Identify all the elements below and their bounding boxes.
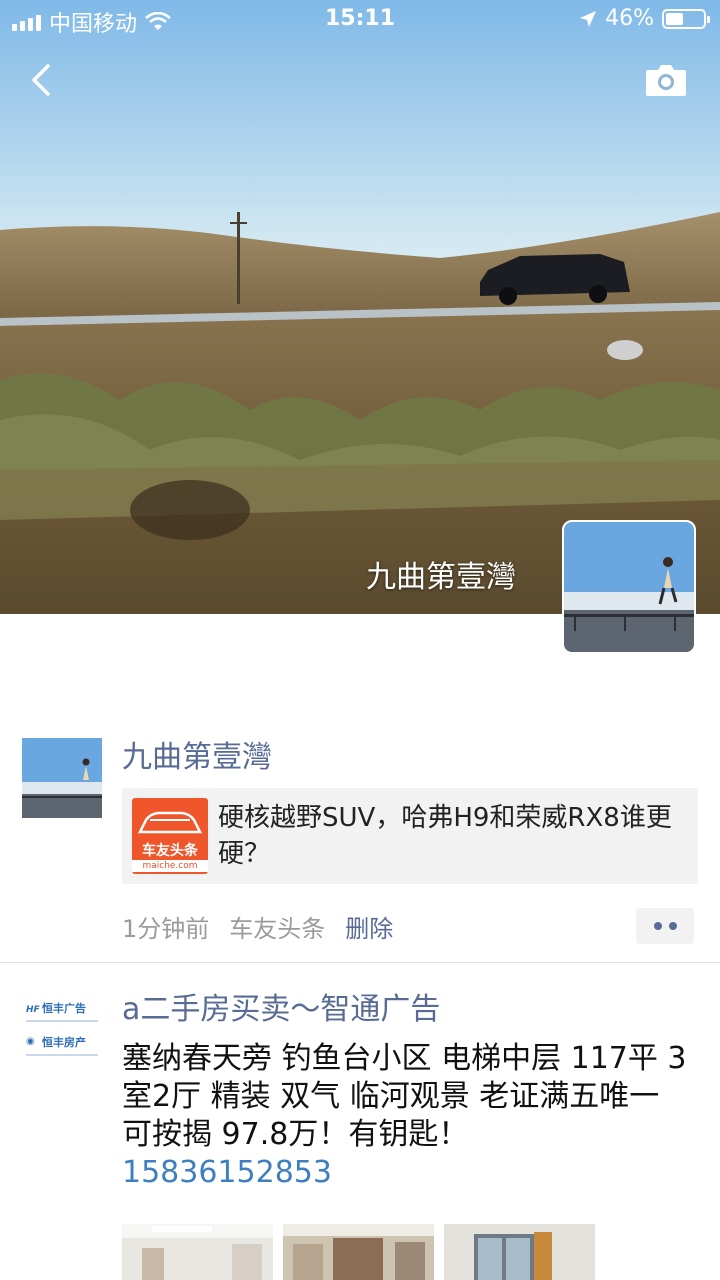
camera-button[interactable] xyxy=(644,62,688,98)
share-thumb-brand: 车友头条 xyxy=(142,843,198,859)
cover-username: 九曲第壹灣 xyxy=(366,560,516,595)
share-thumbnail: 车友头条 maiche.com xyxy=(132,798,208,874)
post-text: 塞纳春天旁 钓鱼台小区 电梯中层 117平 3室2厅 精装 双气 临河观景 老证… xyxy=(122,1041,687,1152)
share-thumb-domain: maiche.com xyxy=(132,860,208,872)
share-title: 硬核越野SUV，哈弗H9和荣威RX8谁更硬？ xyxy=(218,803,672,869)
room-photo-image xyxy=(444,1224,595,1280)
back-button[interactable] xyxy=(22,58,62,102)
avatar-image xyxy=(22,738,102,818)
status-bar: 中国移动 15:11 46% xyxy=(0,0,720,40)
post-photo[interactable] xyxy=(283,1224,434,1280)
shared-link-card[interactable]: 车友头条 maiche.com 硬核越野SUV，哈弗H9和荣威RX8谁更硬？ xyxy=(122,788,698,884)
more-options-button[interactable] xyxy=(636,908,694,944)
feed-post: 九曲第壹灣 车友头条 maiche.com 硬核越野SUV，哈弗H9和荣威RX8… xyxy=(0,738,720,962)
post-source[interactable]: 车友头条 xyxy=(229,909,325,944)
post-divider xyxy=(0,962,720,963)
post-username[interactable]: a二手房买卖～智通广告 xyxy=(122,990,698,1030)
room-photo-image xyxy=(283,1224,434,1280)
post-time: 1分钟前 xyxy=(122,914,210,943)
battery-percent: 46% xyxy=(605,6,654,31)
battery-icon xyxy=(662,8,710,29)
car-logo-icon xyxy=(137,811,203,834)
post-avatar[interactable] xyxy=(22,738,102,818)
delete-button[interactable]: 删除 xyxy=(345,909,393,944)
feed-post: a二手房买卖～智通广告 塞纳春天旁 钓鱼台小区 电梯中层 117平 3室2厅 精… xyxy=(0,990,720,1230)
post-username[interactable]: 九曲第壹灣 xyxy=(122,738,698,778)
camera-icon xyxy=(646,65,686,96)
battery-level-fill xyxy=(666,12,683,25)
profile-avatar[interactable] xyxy=(562,520,696,654)
phone-link[interactable]: 15836152853 xyxy=(122,1154,698,1192)
avatar-image xyxy=(564,522,694,652)
more-dots-icon xyxy=(653,922,662,930)
post-meta: 1分钟前 车友头条 删除 xyxy=(122,906,698,946)
room-photo-image xyxy=(122,1224,273,1280)
post-photo[interactable] xyxy=(444,1224,595,1280)
post-photo[interactable] xyxy=(122,1224,273,1280)
location-arrow-icon xyxy=(580,10,597,27)
chevron-left-icon xyxy=(32,64,50,96)
post-photo-grid xyxy=(122,1224,595,1280)
